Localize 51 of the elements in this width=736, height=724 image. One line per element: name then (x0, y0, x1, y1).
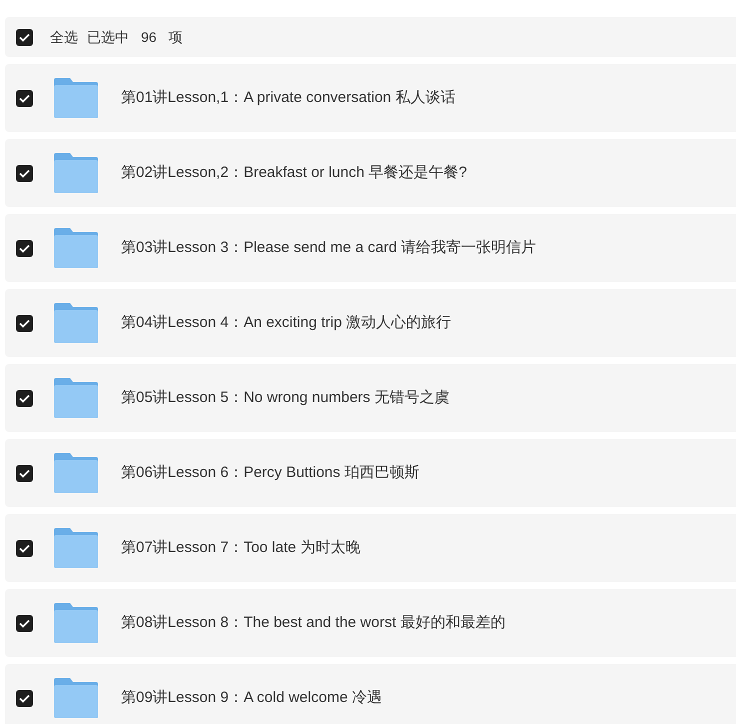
folder-icon (53, 602, 99, 644)
selected-count: 96 (140, 28, 158, 46)
folder-row[interactable]: 第06讲Lesson 6：Percy Buttions 珀西巴顿斯 (5, 439, 736, 507)
folder-name: 第01讲Lesson,1：A private conversation 私人谈话 (121, 88, 456, 108)
check-icon (19, 244, 30, 252)
folder-name: 第07讲Lesson 7：Too late 为时太晚 (121, 538, 360, 558)
folder-row[interactable]: 第03讲Lesson 3：Please send me a card 请给我寄一张明信片 (5, 214, 736, 282)
checkbox[interactable] (16, 390, 33, 406)
checkbox[interactable] (16, 28, 33, 46)
folder-name: 第04讲Lesson 4：An exciting trip 激动人心的旅行 (121, 312, 452, 333)
checkbox[interactable] (16, 314, 33, 332)
select-all-label[interactable]: 全选 (50, 26, 78, 48)
folder-row[interactable]: 第07讲Lesson 7：Too late 为时太晚 (5, 514, 736, 582)
folder-row[interactable]: 第04讲Lesson 4：An exciting trip 激动人心的旅行 (5, 289, 736, 357)
folder-icon (53, 152, 99, 194)
folder-icon (53, 677, 99, 719)
check-icon (19, 394, 30, 402)
folder-name: 第03讲Lesson 3：Please send me a card 请给我寄一张明信片 (121, 238, 536, 258)
folder-icon (53, 452, 99, 494)
checkbox[interactable] (16, 540, 33, 556)
checkbox[interactable] (16, 464, 33, 482)
folder-row[interactable]: 第08讲Lesson 8：The best and the worst 最好的和最差的 (5, 589, 736, 657)
checkbox[interactable] (16, 90, 33, 106)
folder-row[interactable]: 第02讲Lesson,2：Breakfast or lunch 早餐还是午餐? (5, 139, 736, 207)
folder-icon (53, 377, 99, 419)
folder-name: 第09讲Lesson 9：A cold welcome 冷遇 (121, 688, 382, 708)
folder-icon (53, 77, 99, 119)
folder-icon (53, 227, 99, 269)
check-icon (19, 94, 30, 102)
checkbox[interactable] (16, 690, 33, 706)
folder-row[interactable]: 第01讲Lesson,1：A private conversation 私人谈话 (5, 64, 736, 132)
check-icon (19, 168, 30, 178)
folder-icon (53, 302, 99, 344)
folder-name: 第05讲Lesson 5：No wrong numbers 无错号之虞 (121, 388, 450, 408)
check-icon (19, 318, 30, 328)
unit-label: 项 (168, 28, 183, 46)
check-icon (19, 32, 30, 42)
folder-name: 第08讲Lesson 8：The best and the worst 最好的和最差的 (121, 612, 506, 633)
check-icon (19, 544, 30, 552)
check-icon (19, 694, 30, 702)
checkbox[interactable] (16, 240, 33, 256)
folder-name: 第06讲Lesson 6：Percy Buttions 珀西巴顿斯 (121, 462, 420, 483)
checkbox[interactable] (16, 614, 33, 632)
check-icon (19, 468, 30, 478)
folder-name: 第02讲Lesson,2：Breakfast or lunch 早餐还是午餐? (121, 162, 467, 183)
checkbox[interactable] (16, 164, 33, 182)
selected-label: 已选中 (87, 28, 129, 46)
folder-row[interactable]: 第05讲Lesson 5：No wrong numbers 无错号之虞 (5, 364, 736, 432)
check-icon (19, 618, 30, 628)
folder-row[interactable]: 第09讲Lesson 9：A cold welcome 冷遇 (5, 664, 736, 724)
folder-icon (53, 527, 99, 569)
